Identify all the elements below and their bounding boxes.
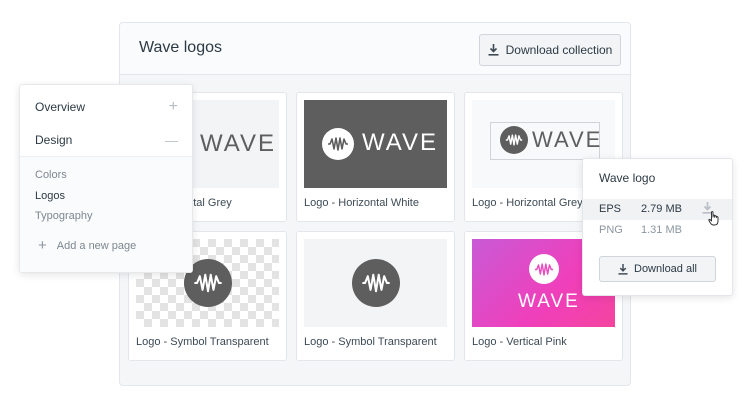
hand-cursor-icon: [708, 211, 719, 226]
wave-symbol-icon: [500, 126, 528, 154]
file-size: 1.31 MB: [641, 224, 682, 236]
wave-symbol-icon: [322, 128, 354, 160]
sidebar-subnav: Colors Logos Typography + Add a new page: [20, 156, 192, 272]
sidebar-link-logos[interactable]: Logos: [35, 190, 65, 202]
logo-card-caption: Logo - Symbol Transparent: [304, 336, 437, 348]
wave-wordmark: WAVE: [362, 129, 439, 156]
download-collection-label: Download collection: [505, 43, 613, 57]
file-size: 2.79 MB: [641, 203, 682, 215]
logo-card-caption: Logo - Horizontal White: [304, 197, 419, 209]
download-icon: [488, 44, 499, 56]
wave-wordmark: WAVE: [200, 130, 277, 157]
logo-card-symbol-transparent-light[interactable]: Logo - Symbol Transparent: [296, 231, 455, 361]
wave-symbol-icon: [352, 259, 400, 307]
panel-header: Wave logos Download collection: [120, 23, 630, 75]
sidebar-nav: Overview + Design — Colors Logos Typogra…: [19, 84, 193, 273]
wave-wordmark: WAVE: [518, 291, 580, 312]
logo-card-caption: Logo - Vertical Pink: [472, 336, 567, 348]
file-format: EPS: [599, 203, 622, 215]
logo-thumbnail: [304, 239, 447, 327]
add-page-button[interactable]: + Add a new page: [38, 237, 136, 254]
file-format: PNG: [599, 224, 623, 236]
logo-thumbnail: WAVE: [304, 100, 447, 188]
page-title: Wave logos: [139, 39, 222, 56]
logo-card-caption: Logo - Symbol Transparent: [136, 336, 269, 348]
logo-card-horizontal-white[interactable]: WAVE Logo - Horizontal White: [296, 92, 455, 222]
plus-icon: +: [38, 237, 47, 254]
sidebar-item-label: Overview: [35, 100, 86, 114]
add-page-label: Add a new page: [56, 239, 137, 252]
sidebar-item-label: Design: [35, 133, 73, 147]
download-popover: Wave logo EPS 2.79 MB PNG 1.31 MB Downlo…: [582, 158, 733, 296]
sidebar-link-colors[interactable]: Colors: [35, 169, 67, 181]
wave-wordmark: WAVE: [532, 127, 603, 152]
plus-icon[interactable]: +: [169, 98, 178, 116]
download-icon: [618, 263, 628, 275]
download-all-button[interactable]: Download all: [599, 256, 716, 282]
sidebar-item-overview[interactable]: Overview +: [35, 96, 178, 118]
popover-title: Wave logo: [599, 171, 656, 185]
minus-icon[interactable]: —: [165, 133, 178, 148]
download-collection-button[interactable]: Download collection: [479, 34, 621, 66]
sidebar-item-design[interactable]: Design —: [35, 129, 178, 151]
sidebar-link-typography[interactable]: Typography: [35, 210, 92, 222]
wave-symbol-icon: [529, 254, 559, 284]
download-all-label: Download all: [634, 263, 697, 275]
logo-card-caption: Logo - Horizontal Grey S: [472, 197, 594, 209]
